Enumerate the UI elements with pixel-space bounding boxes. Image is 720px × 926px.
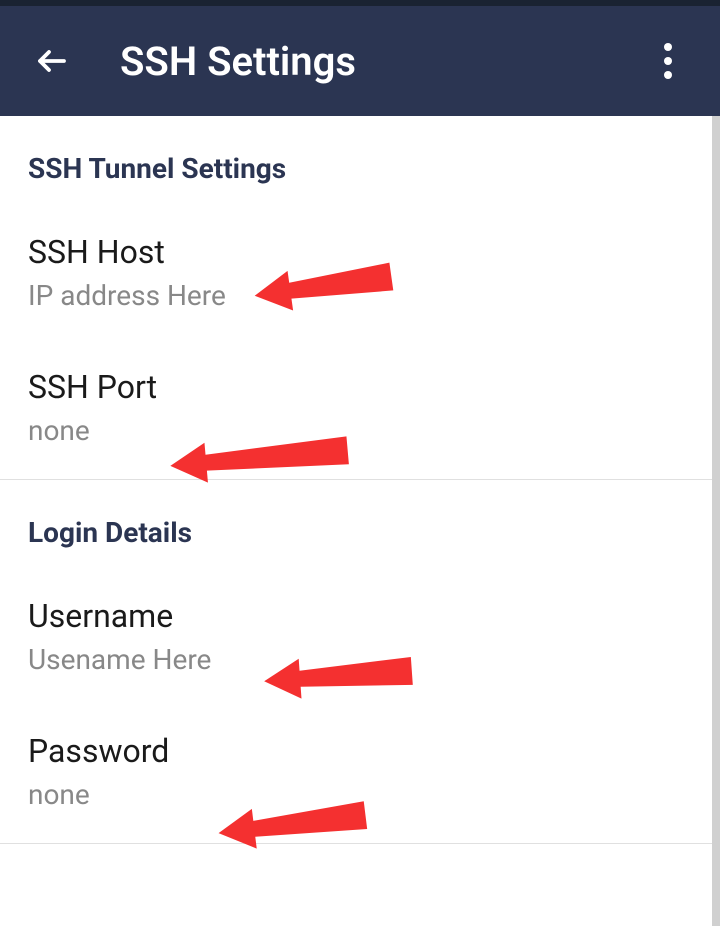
login-section-header: Login Details	[28, 516, 684, 549]
app-bar: SSH Settings	[0, 6, 720, 116]
password-label: Password	[28, 732, 684, 770]
more-options-button[interactable]	[644, 37, 692, 85]
ssh-port-label: SSH Port	[28, 368, 684, 406]
annotation-arrow-icon	[218, 796, 368, 856]
annotation-arrow-icon	[254, 258, 394, 318]
tunnel-section-header: SSH Tunnel Settings	[28, 152, 684, 185]
ssh-port-setting[interactable]: SSH Port none	[28, 368, 684, 447]
back-arrow-icon	[34, 43, 70, 79]
username-label: Username	[28, 597, 684, 635]
ssh-port-value: none	[28, 414, 684, 447]
back-button[interactable]	[28, 37, 76, 85]
page-title: SSH Settings	[120, 38, 356, 85]
annotation-arrow-icon	[264, 648, 414, 708]
annotation-arrow-icon	[170, 430, 350, 490]
more-vertical-icon	[664, 43, 672, 79]
